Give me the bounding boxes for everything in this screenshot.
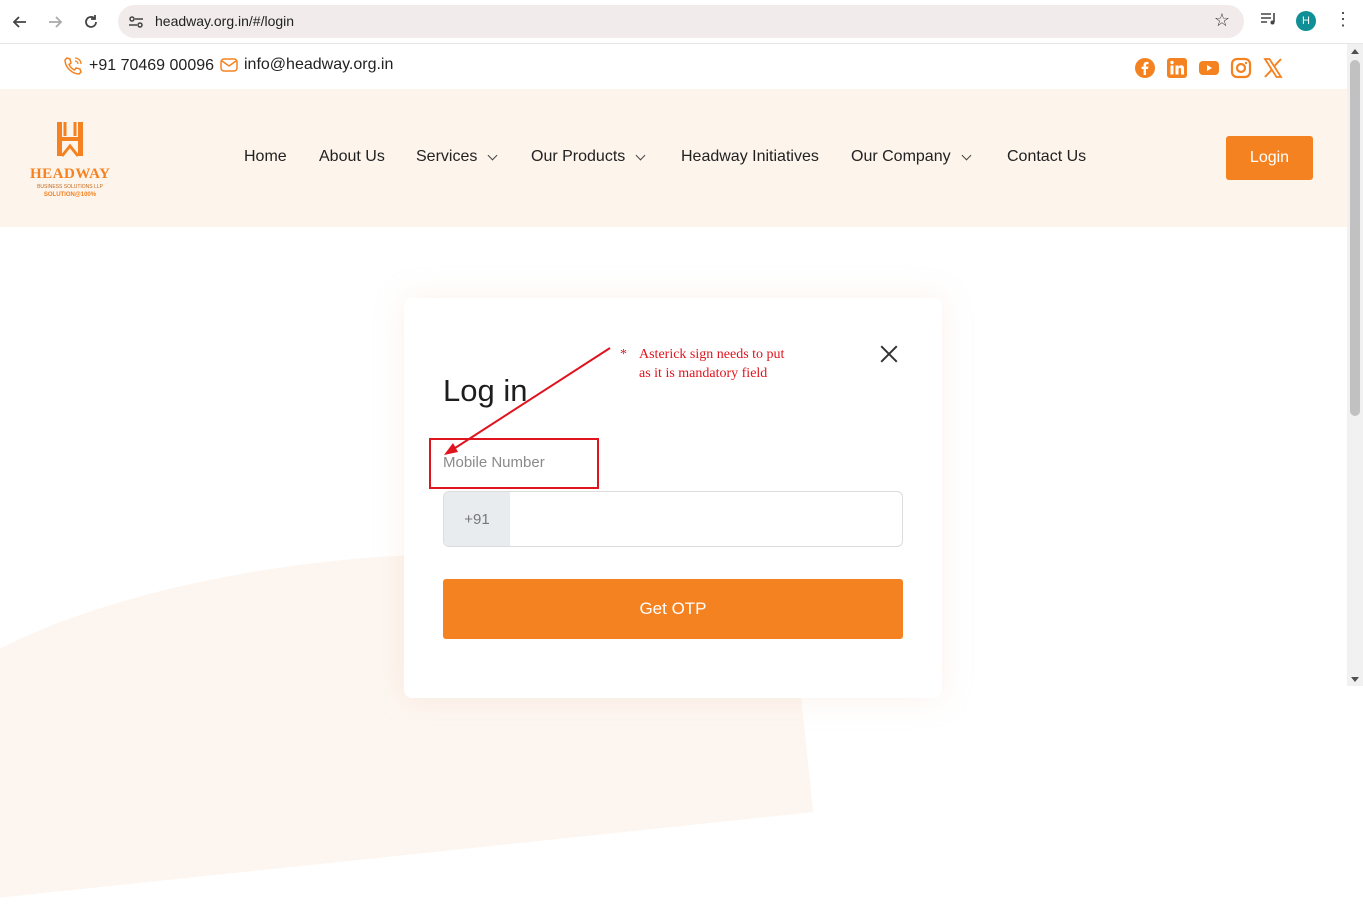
profile-avatar[interactable]: H <box>1296 11 1316 31</box>
scroll-up-icon[interactable] <box>1351 49 1359 54</box>
nav-initiatives-label: Headway Initiatives <box>681 148 819 165</box>
bookmark-star-icon[interactable]: ☆ <box>1214 10 1230 31</box>
nav-about-label: About Us <box>319 148 385 165</box>
nav-services-label: Services <box>416 148 478 165</box>
site-header: HEADWAY BUSINESS SOLUTIONS LLP SOLUTION@… <box>0 89 1347 227</box>
nav-products-label: Our Products <box>531 148 626 165</box>
x-icon[interactable] <box>1262 57 1284 79</box>
forward-icon[interactable] <box>42 9 68 35</box>
logo-name: HEADWAY <box>30 166 111 182</box>
browser-toolbar: headway.org.in/#/login ☆ H ⋮ <box>0 0 1363 44</box>
nav-contact[interactable]: Contact Us <box>1007 148 1086 166</box>
youtube-icon[interactable] <box>1198 57 1220 79</box>
media-control-icon[interactable] <box>1260 11 1278 32</box>
instagram-icon[interactable] <box>1230 57 1252 79</box>
phone-number[interactable]: +91 70469 00096 <box>89 57 214 75</box>
chevron-down-icon <box>961 150 972 160</box>
nav-products[interactable]: Our Products <box>531 148 646 166</box>
header-login-button[interactable]: Login <box>1226 136 1313 180</box>
chevron-down-icon <box>487 150 498 160</box>
mobile-number-field[interactable]: +91 <box>443 491 903 547</box>
close-icon[interactable] <box>876 341 902 367</box>
annotation-highlight-box <box>429 438 599 489</box>
page-scrollbar[interactable] <box>1347 44 1363 686</box>
linkedin-icon[interactable] <box>1166 57 1188 79</box>
logo-tagline: SOLUTION@100% <box>43 192 97 198</box>
mail-icon <box>220 58 238 72</box>
url-text[interactable]: headway.org.in/#/login <box>155 13 294 29</box>
country-code-prefix: +91 <box>444 492 510 546</box>
nav-home[interactable]: Home <box>244 148 287 166</box>
site-info-icon[interactable] <box>126 12 146 32</box>
nav-initiatives[interactable]: Headway Initiatives <box>681 148 819 166</box>
nav-services[interactable]: Services <box>416 148 498 166</box>
login-title: Log in <box>443 373 528 408</box>
nav-home-label: Home <box>244 148 287 165</box>
email-address[interactable]: info@headway.org.in <box>244 56 393 74</box>
nav-about[interactable]: About Us <box>319 148 385 166</box>
reload-icon[interactable] <box>78 9 104 35</box>
get-otp-button[interactable]: Get OTP <box>443 579 903 639</box>
mobile-number-input[interactable] <box>510 492 902 546</box>
logo-subtitle: BUSINESS SOLUTIONS LLP <box>37 184 103 190</box>
nav-company[interactable]: Our Company <box>851 148 972 166</box>
phone-icon <box>64 57 82 75</box>
browser-menu-icon[interactable]: ⋮ <box>1334 9 1352 30</box>
phone-contact[interactable]: +91 70469 00096 <box>63 56 214 76</box>
nav-company-label: Our Company <box>851 148 951 165</box>
headway-logo[interactable]: HEADWAY BUSINESS SOLUTIONS LLP SOLUTION@… <box>30 119 110 199</box>
nav-contact-label: Contact Us <box>1007 148 1087 165</box>
address-bar[interactable]: headway.org.in/#/login ☆ <box>118 5 1244 38</box>
email-contact[interactable]: info@headway.org.in <box>220 56 393 74</box>
scroll-thumb[interactable] <box>1350 60 1360 416</box>
annotation-line-2: as it is mandatory field <box>639 366 768 381</box>
annotation-line-1: Asterick sign needs to put <box>639 347 785 362</box>
annotation-asterisk: * <box>620 347 627 362</box>
contact-bar: +91 70469 00096 info@headway.org.in <box>0 45 1347 89</box>
chevron-down-icon <box>635 150 646 160</box>
facebook-icon[interactable] <box>1134 57 1156 79</box>
scroll-down-icon[interactable] <box>1351 677 1359 682</box>
logo-mark-icon <box>57 122 83 157</box>
back-icon[interactable] <box>7 9 33 35</box>
